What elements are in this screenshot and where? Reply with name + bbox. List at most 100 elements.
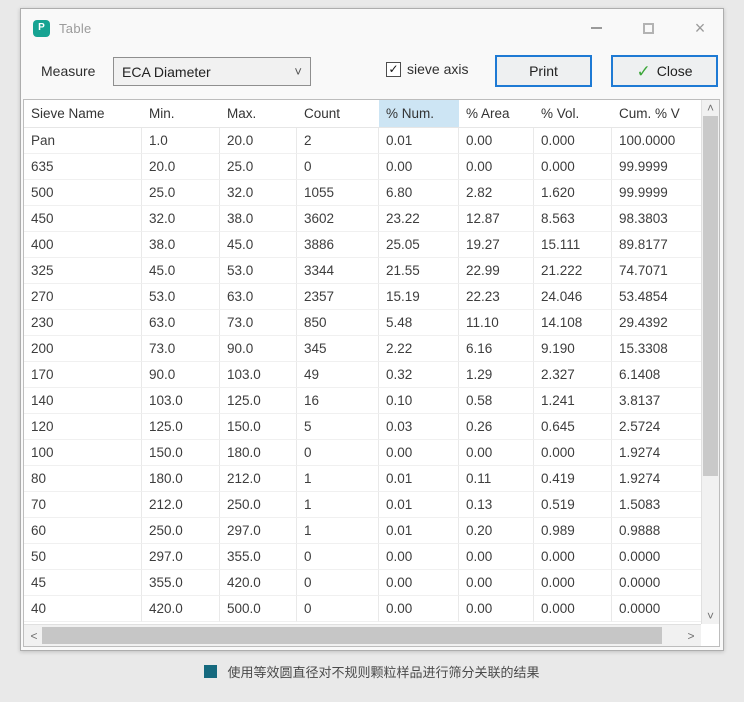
sieve-axis-label: sieve axis [407,61,468,77]
table-row[interactable]: 450 32.0 38.0 3602 23.22 12.87 8.563 98.… [24,206,701,232]
table-cell: 0.13 [459,492,534,518]
table-row[interactable]: 200 73.0 90.0 345 2.22 6.16 9.190 15.330… [24,336,701,362]
table-cell: 0.00 [459,440,534,466]
table-cell: 20.0 [220,128,297,154]
table-cell: 150.0 [142,440,220,466]
table-cell: 80 [24,466,142,492]
table-cell: 125.0 [220,388,297,414]
table-cell: 0.11 [459,466,534,492]
table-cell: 0.20 [459,518,534,544]
column-header-pct-num[interactable]: % Num. [379,100,459,128]
table-cell: 0.000 [534,440,612,466]
table-cell: 0 [297,154,379,180]
table-cell: 212.0 [220,466,297,492]
maximize-button[interactable] [639,19,657,37]
table-cell: 180.0 [142,466,220,492]
scroll-right-icon[interactable]: ˃ [683,625,699,646]
table-row[interactable]: 50 297.0 355.0 0 0.00 0.00 0.000 0.0000 [24,544,701,570]
table-cell: 297.0 [142,544,220,570]
table-cell: 2 [297,128,379,154]
horizontal-scroll-thumb[interactable] [42,627,662,644]
table-cell: 0.989 [534,518,612,544]
table-cell: 0.645 [534,414,612,440]
table-row[interactable]: 80 180.0 212.0 1 0.01 0.11 0.419 1.9274 [24,466,701,492]
table-cell: 150.0 [220,414,297,440]
horizontal-scrollbar[interactable]: ˂ ˃ [24,624,701,646]
vertical-scrollbar[interactable]: ˄ ˅ [701,100,719,624]
table-cell: 0.01 [379,466,459,492]
table-cell: 24.046 [534,284,612,310]
table-cell: 20.0 [142,154,220,180]
sieve-axis-checkbox[interactable]: ✓ sieve axis [386,61,468,77]
column-header-pct-area[interactable]: % Area [459,100,534,128]
table-cell: 2.5724 [612,414,701,440]
table-row[interactable]: 170 90.0 103.0 49 0.32 1.29 2.327 6.1408 [24,362,701,388]
table-cell: 14.108 [534,310,612,336]
table-row[interactable]: Pan 1.0 20.0 2 0.01 0.00 0.000 100.0000 [24,128,701,154]
table-cell: 21.222 [534,258,612,284]
column-header-sieve-name[interactable]: Sieve Name [24,100,142,128]
vertical-scroll-thumb[interactable] [703,116,718,476]
table-cell: 0.0000 [612,570,701,596]
table-cell: 0.000 [534,128,612,154]
table-cell: 0.00 [459,154,534,180]
table-cell: 11.10 [459,310,534,336]
table-cell: 0.000 [534,544,612,570]
table-row[interactable]: 120 125.0 150.0 5 0.03 0.26 0.645 2.5724 [24,414,701,440]
table-body: Pan 1.0 20.0 2 0.01 0.00 0.000 100.0000 … [24,128,701,622]
table-cell: 53.4854 [612,284,701,310]
column-header-count[interactable]: Count [297,100,379,128]
table-row[interactable]: 230 63.0 73.0 850 5.48 11.10 14.108 29.4… [24,310,701,336]
table-row[interactable]: 45 355.0 420.0 0 0.00 0.00 0.000 0.0000 [24,570,701,596]
column-header-pct-vol[interactable]: % Vol. [534,100,612,128]
table-cell: 0.00 [459,596,534,622]
table-row[interactable]: 70 212.0 250.0 1 0.01 0.13 0.519 1.5083 [24,492,701,518]
window-close-button[interactable]: × [691,19,709,37]
table-cell: 2.327 [534,362,612,388]
table-cell: 100.0000 [612,128,701,154]
table-cell: 140 [24,388,142,414]
column-header-min[interactable]: Min. [142,100,220,128]
table-row[interactable]: 100 150.0 180.0 0 0.00 0.00 0.000 1.9274 [24,440,701,466]
close-dialog-button[interactable]: ✓ Close [611,55,718,87]
maximize-icon [643,23,654,34]
scroll-up-icon[interactable]: ˄ [702,100,719,116]
scroll-down-icon[interactable]: ˅ [702,608,719,624]
table-cell: 103.0 [142,388,220,414]
column-header-cum-pct-vol[interactable]: Cum. % V [612,100,701,128]
table-cell: 19.27 [459,232,534,258]
table-cell: 73.0 [220,310,297,336]
table-row[interactable]: 500 25.0 32.0 1055 6.80 2.82 1.620 99.99… [24,180,701,206]
table-cell: 50 [24,544,142,570]
toolbar: Measure ECA Diameter ˅ ✓ sieve axis Prin… [21,47,723,99]
table-cell: 180.0 [220,440,297,466]
table-cell: 0.01 [379,492,459,518]
table-cell: 0.00 [459,128,534,154]
print-button[interactable]: Print [495,55,592,87]
caption: 使用等效圆直径对不规则颗粒样品进行筛分关联的结果 [0,662,744,681]
table-cell: 200 [24,336,142,362]
table-row[interactable]: 400 38.0 45.0 3886 25.05 19.27 15.111 89… [24,232,701,258]
minimize-button[interactable] [587,19,605,37]
table-cell: 0.419 [534,466,612,492]
column-header-max[interactable]: Max. [220,100,297,128]
table-cell: 29.4392 [612,310,701,336]
table-cell: 15.3308 [612,336,701,362]
scroll-left-icon[interactable]: ˂ [26,625,42,646]
table-row[interactable]: 60 250.0 297.0 1 0.01 0.20 0.989 0.9888 [24,518,701,544]
table-cell: 0.00 [459,544,534,570]
measure-dropdown[interactable]: ECA Diameter ˅ [113,57,311,86]
table-cell: 5.48 [379,310,459,336]
table-row[interactable]: 635 20.0 25.0 0 0.00 0.00 0.000 99.9999 [24,154,701,180]
table-cell: 1 [297,466,379,492]
table-row[interactable]: 140 103.0 125.0 16 0.10 0.58 1.241 3.813… [24,388,701,414]
table-cell: 89.8177 [612,232,701,258]
table-row[interactable]: 325 45.0 53.0 3344 21.55 22.99 21.222 74… [24,258,701,284]
table-cell: 45.0 [142,258,220,284]
table-cell: 6.1408 [612,362,701,388]
caption-text: 使用等效圆直径对不规则颗粒样品进行筛分关联的结果 [227,662,539,681]
table-row[interactable]: 270 53.0 63.0 2357 15.19 22.23 24.046 53… [24,284,701,310]
titlebar[interactable]: P Table × [21,9,723,47]
table-cell: 125.0 [142,414,220,440]
table-row[interactable]: 40 420.0 500.0 0 0.00 0.00 0.000 0.0000 [24,596,701,622]
